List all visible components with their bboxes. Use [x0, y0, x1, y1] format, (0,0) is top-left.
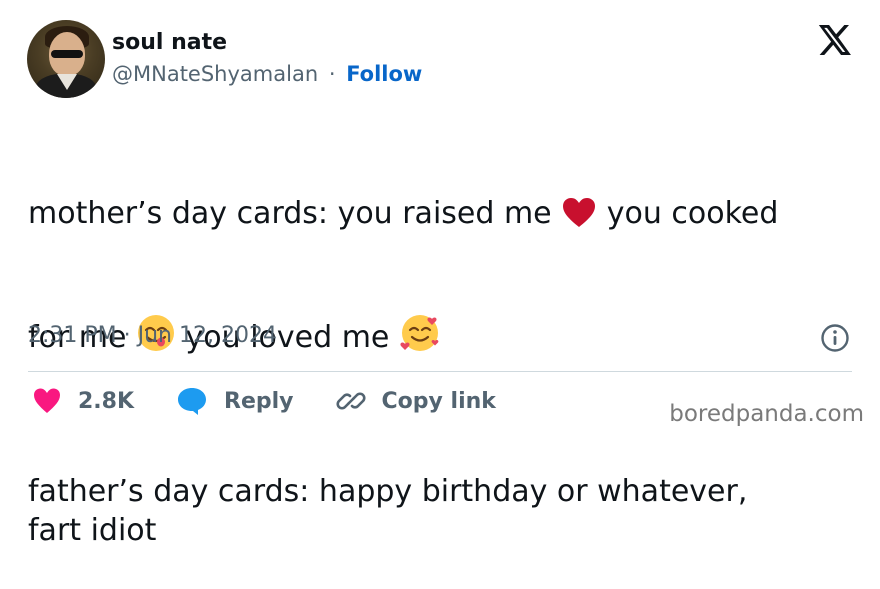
reply-button[interactable]: Reply: [176, 386, 294, 416]
watermark: boredpanda.com: [669, 401, 864, 427]
author-name[interactable]: soul nate: [112, 30, 227, 55]
tweet-line1-start: mother’s day cards: you raised me: [28, 196, 562, 231]
red-heart-emoji-icon: [563, 198, 596, 227]
like-button[interactable]: 2.8K: [32, 387, 134, 415]
separator-dot: ·: [328, 62, 336, 86]
copy-link-label: Copy link: [381, 388, 496, 414]
action-bar: 2.8K Reply Copy link: [32, 386, 538, 416]
reply-label: Reply: [224, 388, 294, 414]
avatar[interactable]: [27, 20, 105, 98]
tweet-timestamp[interactable]: 2:31 PM · Jun 12, 2024: [28, 323, 277, 348]
link-icon: [336, 392, 366, 410]
tweet-text: mother’s day cards: you raised me you co…: [28, 116, 858, 589]
reply-bubble-icon: [178, 388, 207, 415]
divider: [28, 371, 852, 372]
author-handle[interactable]: @MNateShyamalan: [112, 62, 318, 86]
heart-icon: [34, 388, 60, 413]
tweet-paragraph-2: father’s day cards: happy birthday or wh…: [28, 474, 748, 548]
copy-link-button[interactable]: Copy link: [336, 386, 496, 416]
author-handle-row: @MNateShyamalan · Follow: [112, 62, 422, 86]
x-logo-icon[interactable]: [816, 22, 852, 58]
tweet-line1-end: you cooked: [597, 196, 779, 231]
follow-button[interactable]: Follow: [346, 62, 422, 86]
smiling-face-with-hearts-emoji-icon: [400, 315, 439, 351]
like-count: 2.8K: [78, 388, 135, 414]
info-icon[interactable]: [820, 323, 850, 353]
